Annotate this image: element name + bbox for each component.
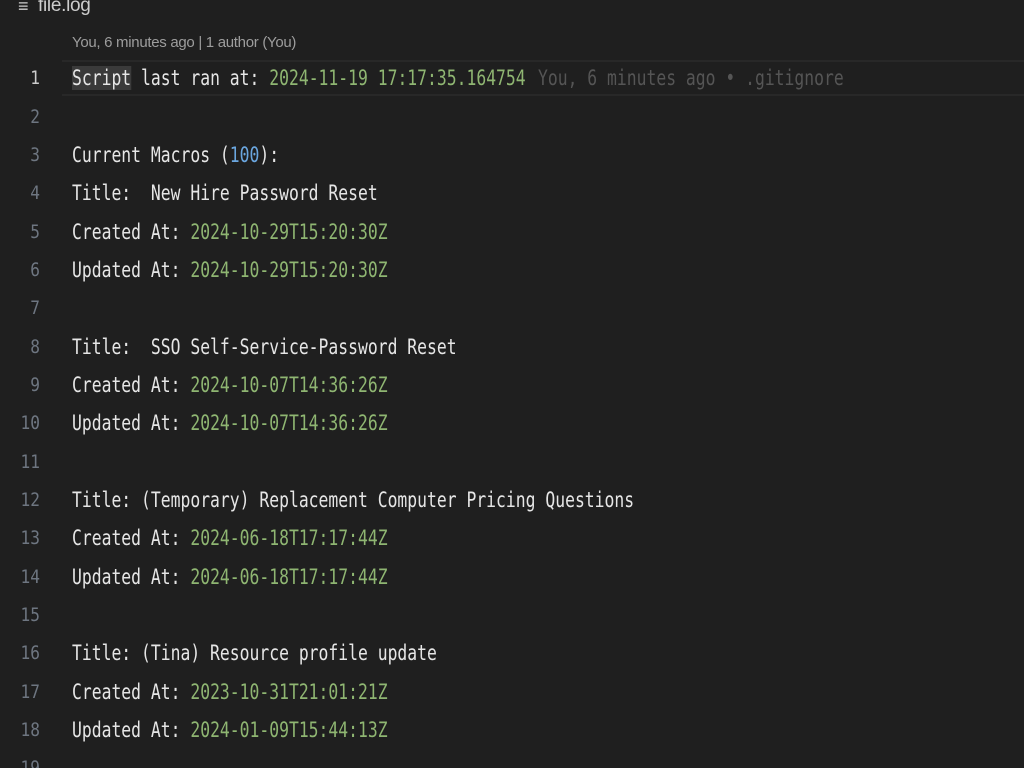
line-content[interactable]: Updated At: 2024-01-09T15:44:13Z [72,718,388,742]
text-token: Updated At: [72,718,191,743]
code-line[interactable]: 2 [0,97,1024,135]
line-number[interactable]: 6 [6,259,40,281]
line-content[interactable]: Title: New Hire Password Reset [72,181,378,205]
line-content[interactable]: Created At: 2024-06-18T17:17:44Z [72,526,388,550]
line-number[interactable]: 7 [6,297,40,319]
line-content[interactable]: Updated At: 2024-06-18T17:17:44Z [72,565,388,589]
string-token: 2024-10-29T15:20:30Z [190,219,388,244]
text-token: Updated At: [72,411,191,436]
string-token: 2024-06-18T17:17:44Z [190,526,388,551]
code-editor[interactable]: ≡ file.log You, 6 minutes ago | 1 author… [0,0,1024,768]
line-number[interactable]: 1 [6,67,40,89]
text-token: Title: SSO Self-Service-Password Reset [72,334,457,359]
number-token: 100 [229,142,260,167]
text-token: Current Macros ( [72,142,230,167]
editor-lines[interactable]: 1 Script last ran at: 2024-11-19 17:17:35… [0,59,1024,768]
string-token: 2023-10-31T21:01:21Z [190,679,388,704]
string-token: 2024-10-07T14:36:26Z [190,372,388,397]
line-number[interactable]: 4 [6,182,40,204]
line-number[interactable]: 10 [6,412,40,434]
line-content[interactable]: Created At: 2024-10-29T15:20:30Z [72,220,388,244]
string-token: 2024-06-18T17:17:44Z [190,564,388,589]
code-line[interactable]: 16 Title: (Tina) Resource profile update [0,634,1024,672]
string-token: 2024-10-29T15:20:30Z [190,257,388,282]
code-line[interactable]: 19 [0,749,1024,768]
text-token: Updated At: [72,257,191,282]
line-number[interactable]: 16 [6,642,40,664]
code-line[interactable]: 7 [0,289,1024,327]
text-token: Created At: [72,679,191,704]
code-line[interactable]: 18 Updated At: 2024-01-09T15:44:13Z [0,711,1024,749]
text-token: Title: (Tina) Resource profile update [72,641,437,666]
line-number[interactable]: 19 [6,757,40,768]
line-number[interactable]: 5 [6,221,40,243]
file-lines-icon: ≡ [18,0,29,16]
string-token: 2024-01-09T15:44:13Z [190,718,388,743]
file-breadcrumb[interactable]: ≡ file.log [0,0,91,20]
code-line[interactable]: 12 Title: (Temporary) Replacement Compute… [0,481,1024,519]
code-line[interactable]: 6 Updated At: 2024-10-29T15:20:30Z [0,251,1024,289]
code-line[interactable]: 1 Script last ran at: 2024-11-19 17:17:35… [0,59,1024,97]
text-token: Created At: [72,526,191,551]
line-number[interactable]: 9 [6,374,40,396]
line-number[interactable]: 13 [6,527,40,549]
codelens-blame-summary[interactable]: You, 6 minutes ago | 1 author (You) [72,33,296,53]
line-content[interactable]: Updated At: 2024-10-07T14:36:26Z [72,411,388,435]
code-line[interactable]: 4 Title: New Hire Password Reset [0,174,1024,212]
text-token: Updated At: [72,564,191,589]
line-number[interactable]: 18 [6,719,40,741]
code-line[interactable]: 17 Created At: 2023-10-31T21:01:21Z [0,673,1024,711]
line-content[interactable]: Created At: 2023-10-31T21:01:21Z [72,680,388,704]
line-content[interactable]: Title: (Temporary) Replacement Computer … [72,488,634,512]
line-number[interactable]: 2 [6,106,40,128]
highlighted-word: Script [72,66,132,91]
code-line[interactable]: 3 Current Macros (100): [0,136,1024,174]
line-content[interactable]: Created At: 2024-10-07T14:36:26Z [72,373,388,397]
line-number[interactable]: 17 [6,681,40,703]
string-token: 2024-10-07T14:36:26Z [190,411,388,436]
text-token: Created At: [72,219,191,244]
line-content[interactable]: Title: SSO Self-Service-Password Reset [72,335,457,359]
code-line[interactable]: 14 Updated At: 2024-06-18T17:17:44Z [0,557,1024,595]
line-number[interactable]: 14 [6,566,40,588]
code-line[interactable]: 13 Created At: 2024-06-18T17:17:44Z [0,519,1024,557]
code-line[interactable]: 10 Updated At: 2024-10-07T14:36:26Z [0,404,1024,442]
line-content[interactable]: Title: (Tina) Resource profile update [72,641,437,665]
line-content[interactable]: Current Macros (100): [72,143,279,167]
code-line[interactable]: 8 Title: SSO Self-Service-Password Reset [0,327,1024,365]
code-line[interactable]: 11 [0,442,1024,480]
code-line[interactable]: 5 Created At: 2024-10-29T15:20:30Z [0,212,1024,250]
line-number[interactable]: 8 [6,336,40,358]
text-token: last ran at: [131,66,270,91]
line-number[interactable]: 15 [6,604,40,626]
line-content[interactable]: Updated At: 2024-10-29T15:20:30Z [72,258,388,282]
line-number[interactable]: 3 [6,144,40,166]
line-content[interactable]: Script last ran at: 2024-11-19 17:17:35.… [72,66,526,91]
string-token: 2024-11-19 17:17:35.164754 [269,66,526,91]
code-line[interactable]: 9 Created At: 2024-10-07T14:36:26Z [0,366,1024,404]
line-number[interactable]: 11 [6,451,40,473]
code-line[interactable]: 15 [0,596,1024,634]
text-token: Title: (Temporary) Replacement Computer … [72,487,635,512]
line-number[interactable]: 12 [6,489,40,511]
file-name[interactable]: file.log [38,0,91,17]
text-token: Created At: [72,372,191,397]
inline-blame-annotation[interactable]: You, 6 minutes ago • .gitignore [538,66,844,90]
text-token: Title: New Hire Password Reset [72,181,378,206]
text-token: ): [259,142,280,167]
